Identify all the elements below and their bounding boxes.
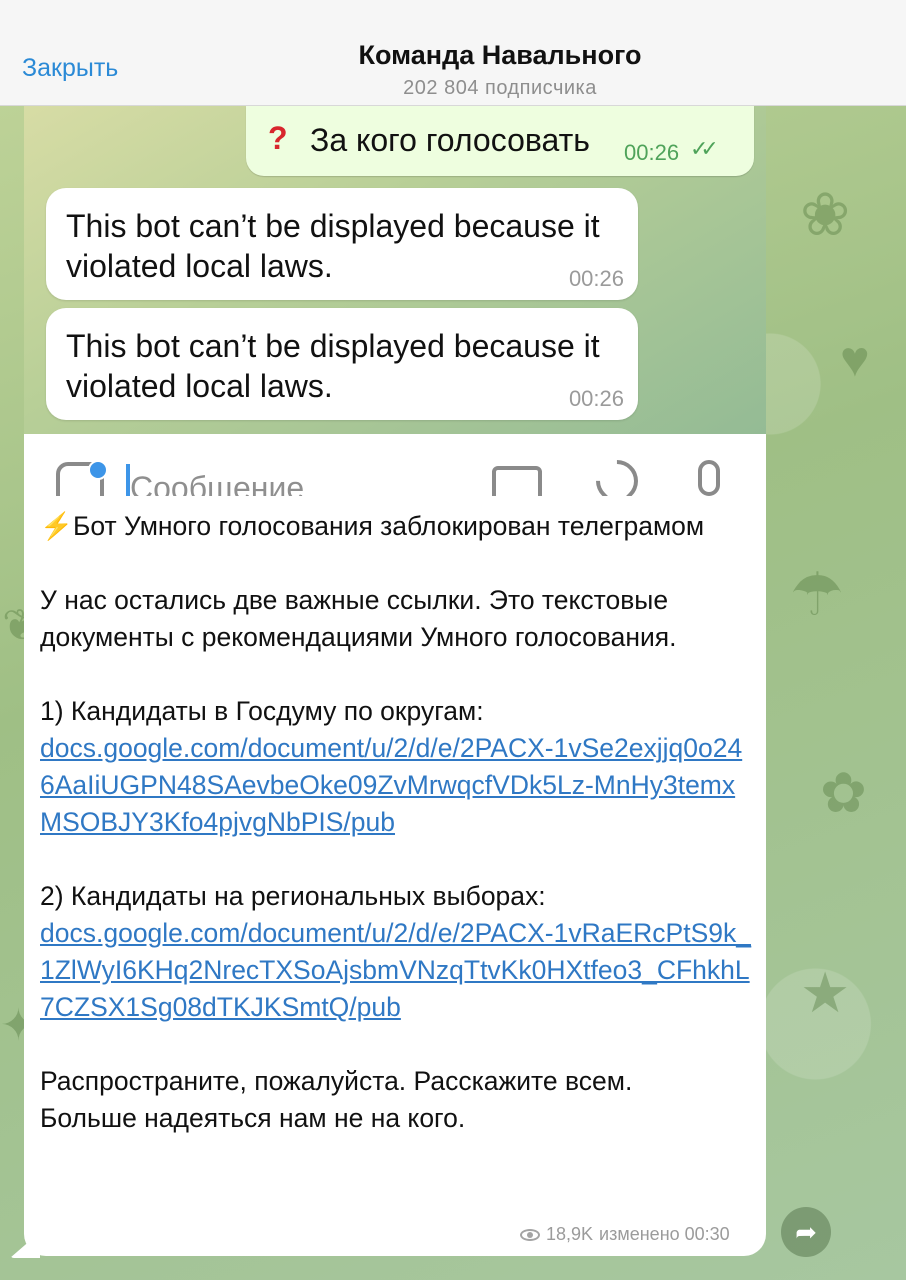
notification-dot [88, 460, 108, 480]
message-input-placeholder: Сообщение [130, 470, 305, 496]
channel-title-block[interactable]: Команда Навального 202 804 подписчика [300, 40, 700, 100]
microphone-icon [698, 460, 720, 496]
double-check-icon: ✓✓ [690, 136, 719, 161]
close-button[interactable]: Закрыть [22, 54, 118, 83]
outgoing-message-text: За кого голосовать [310, 122, 590, 158]
embedded-input-bar: Сообщение [24, 434, 766, 496]
google-doc-link-1[interactable]: docs.google.com/document/u/2/d/e/2PACX-1… [40, 730, 752, 841]
lightning-icon: ⚡ [40, 511, 73, 541]
share-button[interactable]: ➦ [781, 1207, 831, 1257]
incoming-message-text: This bot can’t be displayed because it v… [66, 328, 600, 404]
post-heading: ⚡Бот Умного голосования заблокирован тел… [40, 511, 705, 541]
link-2-label: 2) Кандидаты на региональных выборах: [40, 881, 546, 911]
channel-post: ? За кого голосовать 00:26 ✓✓ This bot c… [24, 106, 766, 1256]
outgoing-message-time: 00:26 [624, 140, 680, 165]
eye-icon [520, 1228, 540, 1241]
google-doc-link-2[interactable]: docs.google.com/document/u/2/d/e/2PACX-1… [40, 915, 752, 1026]
question-mark-icon: ? [268, 120, 288, 156]
incoming-message: This bot can’t be displayed because it v… [46, 308, 638, 420]
wallpaper-doodle-icon: ♥ [840, 331, 870, 387]
incoming-message-time: 00:26 [568, 266, 624, 291]
channel-title: Команда Навального [358, 40, 642, 70]
post-intro: У нас остались две важные ссылки. Это те… [40, 585, 677, 652]
outgoing-message: ? За кого голосовать 00:26 ✓✓ [246, 106, 754, 176]
share-arrow-icon: ➦ [795, 1217, 817, 1247]
wallpaper-doodle-icon: ✿ [820, 761, 867, 824]
incoming-message-text: This bot can’t be displayed because it v… [66, 208, 600, 284]
channel-header: Закрыть Команда Навального 202 804 подпи… [0, 0, 906, 106]
post-text: ⚡Бот Умного голосования заблокирован тел… [40, 508, 752, 1137]
link-1-label: 1) Кандидаты в Госдуму по округам: [40, 696, 484, 726]
edited-time: изменено 00:30 [599, 1224, 730, 1244]
keyboard-icon [492, 466, 542, 496]
incoming-message-time: 00:26 [568, 386, 624, 411]
paperclip-icon [587, 451, 647, 496]
post-outro-2: Больше надеяться нам не на кого. [40, 1103, 466, 1133]
view-count: 18,9K [546, 1224, 594, 1244]
wallpaper-doodle-icon: ★ [800, 961, 851, 1024]
subscriber-count: 202 804 подписчика [403, 77, 597, 99]
post-image[interactable]: ? За кого голосовать 00:26 ✓✓ This bot c… [24, 106, 766, 434]
incoming-message: This bot can’t be displayed because it v… [46, 188, 638, 300]
post-meta: 18,9K изменено 00:30 [520, 1224, 730, 1245]
wallpaper-doodle-icon: ☂ [790, 561, 844, 628]
post-outro-1: Распространите, пожалуйста. Расскажите в… [40, 1066, 633, 1096]
wallpaper-doodle-icon: ❀ [800, 181, 851, 248]
